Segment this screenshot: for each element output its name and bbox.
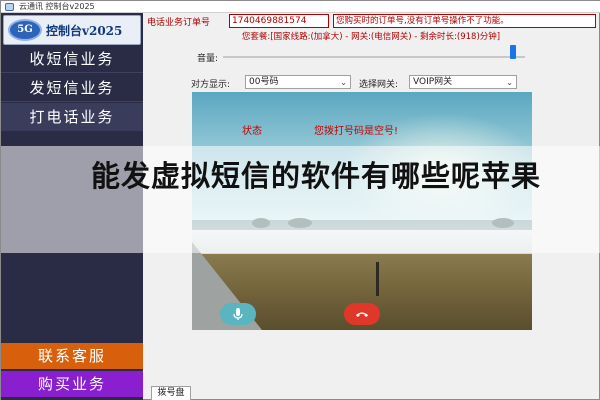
volume-slider-thumb[interactable]	[510, 45, 517, 59]
title-bar: 云通讯 控制台v2025	[1, 1, 600, 13]
sidebar-item-receive-sms[interactable]: 收短信业务	[1, 45, 143, 73]
call-status-label: 状态	[242, 126, 262, 137]
window-title: 云通讯 控制台v2025	[19, 2, 95, 11]
sidebar-item-phone-call[interactable]: 打电话业务	[1, 103, 143, 131]
caption-overlay: 能发虚拟短信的软件有哪些呢苹果	[1, 146, 600, 253]
sidebar-item-send-sms[interactable]: 发短信业务	[1, 74, 143, 102]
microphone-icon	[233, 308, 243, 320]
background-post	[376, 262, 379, 296]
gateway-select[interactable]: VOIP网关 ⌄	[409, 75, 517, 89]
mic-button[interactable]	[220, 303, 256, 325]
gateway-label: 选择网关:	[359, 80, 399, 90]
tab-dialpad[interactable]: 拨号盘	[151, 386, 191, 400]
buy-service-button[interactable]: 购买业务	[1, 371, 143, 397]
display-select[interactable]: 00号码 ⌄	[245, 75, 351, 89]
phone-hangup-icon	[356, 312, 368, 317]
caption-text: 能发虚拟短信的软件有哪些呢苹果	[91, 159, 542, 193]
app-window: 云通讯 控制台v2025 5G 控制台v2025 收短信业务 发短信业务 打电话…	[0, 0, 600, 400]
call-status-message: 您拨打号码是空号!	[314, 126, 399, 137]
order-label: 电话业务订单号	[147, 18, 211, 28]
chevron-down-icon: ⌄	[506, 78, 513, 87]
display-label: 对方显示:	[191, 80, 231, 90]
gateway-select-value: VOIP网关	[413, 77, 453, 87]
volume-slider[interactable]	[223, 56, 525, 58]
chevron-down-icon: ⌄	[340, 78, 347, 87]
app-icon	[5, 3, 14, 11]
logo: 5G 控制台v2025	[3, 15, 141, 45]
logo-text: 控制台v2025	[46, 24, 123, 38]
order-row: 电话业务订单号 1740469881574 您购买时的订单号,没有订单号操作不了…	[145, 13, 600, 30]
logo-badge: 5G	[8, 19, 42, 41]
package-info: 您套餐:[国家线路:(加拿大) - 网关:(电信网关) - 剩余时长:(918)…	[241, 32, 501, 42]
contact-support-button[interactable]: 联系客服	[1, 343, 143, 369]
order-hint: 您购买时的订单号,没有订单号操作不了功能。	[333, 14, 596, 28]
display-select-value: 00号码	[249, 77, 279, 87]
order-input[interactable]: 1740469881574	[229, 14, 329, 28]
volume-label: 音量:	[197, 54, 219, 64]
hangup-button[interactable]	[344, 303, 380, 325]
